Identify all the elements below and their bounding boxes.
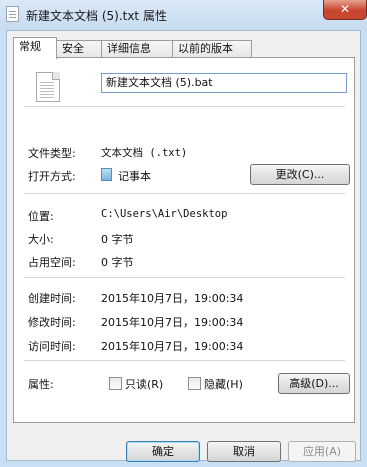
ok-button[interactable]: 确定 — [126, 441, 200, 462]
hidden-checkbox[interactable] — [188, 377, 201, 390]
location-label: 位置: — [28, 210, 54, 223]
accessed-value: 2015年10月7日，19:00:34 — [101, 340, 244, 353]
window-title: 新建文本文档 (5).txt 属性 — [26, 9, 167, 23]
tab-security[interactable]: 安全 — [56, 40, 102, 58]
divider — [24, 193, 345, 194]
hidden-label[interactable]: 隐藏(H) — [204, 376, 243, 392]
size-label: 大小: — [28, 233, 54, 246]
created-label: 创建时间: — [28, 292, 76, 305]
close-icon: ✕ — [339, 2, 351, 16]
cancel-button[interactable]: 取消 — [207, 441, 281, 462]
attributes-label: 属性: — [28, 378, 54, 391]
location-value: C:\Users\Air\Desktop — [101, 208, 228, 220]
document-icon — [6, 6, 19, 22]
modified-value: 2015年10月7日，19:00:34 — [101, 316, 244, 329]
close-button[interactable]: ✕ — [323, 0, 367, 20]
modified-label: 修改时间: — [28, 316, 76, 329]
apply-button[interactable]: 应用(A) — [288, 441, 356, 462]
title-bar: 新建文本文档 (5).txt 属性 ✕ — [0, 0, 367, 30]
divider — [24, 106, 345, 107]
file-type-value: 文本文档 (.txt) — [101, 147, 188, 159]
tab-details[interactable]: 详细信息 — [101, 40, 173, 58]
text-file-icon — [36, 72, 60, 102]
divider — [24, 360, 345, 361]
open-with-label: 打开方式: — [28, 170, 76, 183]
notepad-icon — [101, 168, 112, 181]
tab-general[interactable]: 常规 — [13, 37, 57, 59]
divider — [24, 277, 345, 278]
file-name-field[interactable]: 新建文本文档 (5).bat — [101, 73, 347, 93]
created-value: 2015年10月7日，19:00:34 — [101, 292, 244, 305]
readonly-label[interactable]: 只读(R) — [125, 376, 163, 392]
disk-size-value: 0 字节 — [101, 256, 134, 269]
size-value: 0 字节 — [101, 233, 134, 246]
advanced-button[interactable]: 高级(D)... — [278, 373, 350, 394]
open-with-value: 记事本 — [118, 170, 151, 183]
accessed-label: 访问时间: — [28, 340, 76, 353]
tab-previous-versions[interactable]: 以前的版本 — [172, 40, 252, 58]
readonly-checkbox[interactable] — [109, 377, 122, 390]
file-type-label: 文件类型: — [28, 147, 76, 160]
disk-size-label: 占用空间: — [28, 256, 76, 269]
change-button[interactable]: 更改(C)... — [250, 164, 350, 185]
general-panel: 新建文本文档 (5).bat 文件类型: 文本文档 (.txt) 打开方式: 记… — [13, 57, 355, 423]
properties-dialog: 常规 安全 详细信息 以前的版本 新建文本文档 (5).bat 文件类型: 文本… — [6, 30, 361, 462]
